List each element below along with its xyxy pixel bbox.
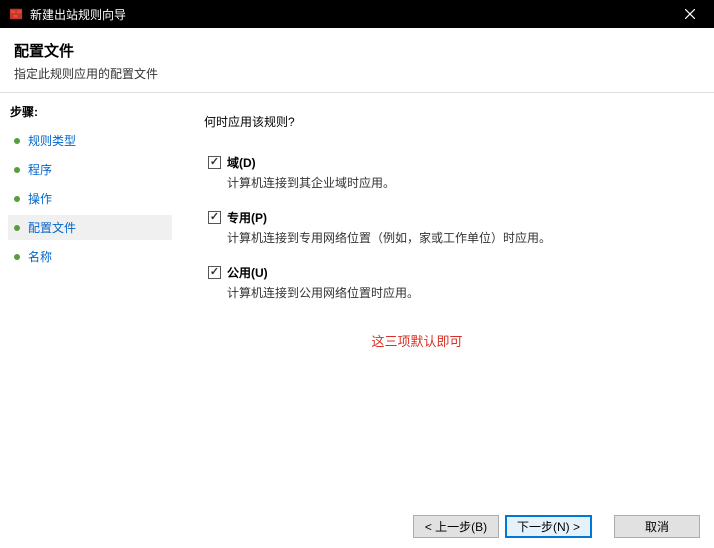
sidebar-item-name[interactable]: 名称	[8, 244, 172, 269]
wizard-content: 步骤: 规则类型 程序 操作 配置文件 名称 何时应用该规则? 域(D)	[0, 93, 714, 504]
page-title: 配置文件	[14, 40, 700, 61]
checkbox-row: 公用(U)	[208, 264, 690, 281]
sidebar-item-label: 程序	[28, 161, 52, 178]
steps-heading: 步骤:	[8, 103, 172, 120]
checkbox-group-public: 公用(U) 计算机连接到公用网络位置时应用。	[204, 264, 690, 301]
sidebar-item-rule-type[interactable]: 规则类型	[8, 128, 172, 153]
firewall-icon	[8, 6, 24, 22]
next-button[interactable]: 下一步(N) >	[505, 515, 592, 538]
checkbox-row: 域(D)	[208, 154, 690, 171]
checkbox-desc: 计算机连接到其企业域时应用。	[208, 174, 690, 191]
checkbox-label: 专用(P)	[227, 209, 267, 226]
checkbox-group-private: 专用(P) 计算机连接到专用网络位置（例如，家或工作单位）时应用。	[204, 209, 690, 246]
sidebar-item-label: 名称	[28, 248, 52, 265]
steps-sidebar: 步骤: 规则类型 程序 操作 配置文件 名称	[0, 93, 180, 504]
main-panel: 何时应用该规则? 域(D) 计算机连接到其企业域时应用。 专用(P) 计算机连接…	[180, 93, 714, 504]
bullet-icon	[14, 167, 20, 173]
wizard-header: 配置文件 指定此规则应用的配置文件	[0, 28, 714, 93]
sidebar-item-action[interactable]: 操作	[8, 186, 172, 211]
checkbox-group-domain: 域(D) 计算机连接到其企业域时应用。	[204, 154, 690, 191]
sidebar-item-label: 规则类型	[28, 132, 76, 149]
titlebar: 新建出站规则向导	[0, 0, 714, 28]
window-title: 新建出站规则向导	[30, 6, 670, 23]
close-icon	[685, 9, 695, 19]
main-question: 何时应用该规则?	[204, 113, 690, 130]
bullet-icon	[14, 138, 20, 144]
checkbox-desc: 计算机连接到专用网络位置（例如，家或工作单位）时应用。	[208, 229, 690, 246]
checkbox-row: 专用(P)	[208, 209, 690, 226]
cancel-button[interactable]: 取消	[614, 515, 700, 538]
sidebar-item-label: 操作	[28, 190, 52, 207]
checkbox-label: 域(D)	[227, 154, 256, 171]
wizard-footer: < 上一步(B) 下一步(N) > 取消	[0, 504, 714, 548]
bullet-icon	[14, 196, 20, 202]
checkbox-public[interactable]	[208, 266, 221, 279]
annotation-note: 这三项默认即可	[204, 331, 690, 350]
checkbox-domain[interactable]	[208, 156, 221, 169]
checkbox-label: 公用(U)	[227, 264, 268, 281]
back-button[interactable]: < 上一步(B)	[413, 515, 499, 538]
bullet-icon	[14, 225, 20, 231]
sidebar-item-program[interactable]: 程序	[8, 157, 172, 182]
checkbox-desc: 计算机连接到公用网络位置时应用。	[208, 284, 690, 301]
sidebar-item-label: 配置文件	[28, 219, 76, 236]
bullet-icon	[14, 254, 20, 260]
close-button[interactable]	[670, 0, 710, 28]
sidebar-item-profile[interactable]: 配置文件	[8, 215, 172, 240]
page-subtitle: 指定此规则应用的配置文件	[14, 65, 700, 82]
checkbox-private[interactable]	[208, 211, 221, 224]
